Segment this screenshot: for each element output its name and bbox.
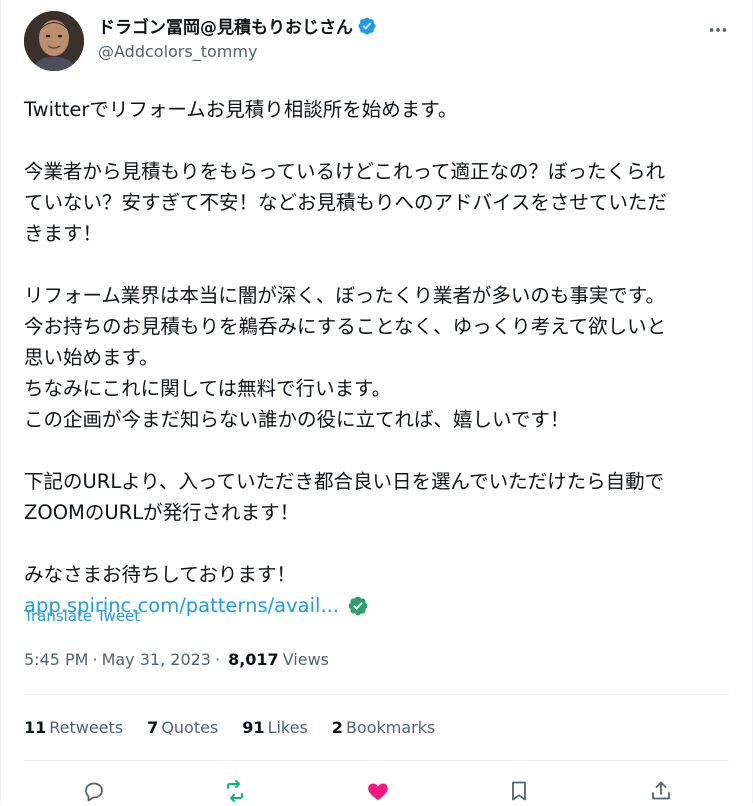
tweet-detail: ドラゴン冨岡@見積もりおじさん @Addcolors_tommy Twitter…: [0, 0, 753, 803]
tweet-line: 思い始めます。: [24, 346, 159, 369]
more-icon: [709, 28, 727, 32]
tweet-paragraph: 下記のURLより、入っていただき都合良い日を選んでいただけたら自動で ZOOMの…: [24, 466, 732, 528]
tweet-line: この企画が今まだ知らない誰かの役に立てれば、嬉しいです！: [24, 408, 570, 431]
tweet-line: ZOOMのURLが発行されます！: [24, 501, 300, 524]
likes-count: 91: [242, 718, 265, 737]
share-button[interactable]: [646, 776, 676, 806]
bookmarks-count: 2: [331, 718, 343, 737]
tweet-line: 下記のURLより、入っていただき都合良い日を選んでいただけたら自動で: [24, 470, 665, 493]
tweet-actions-bar: [1, 776, 753, 806]
like-icon: [368, 783, 388, 800]
divider: [24, 760, 729, 761]
share-icon: [652, 781, 670, 800]
retweet-button[interactable]: [220, 776, 250, 806]
meta-separator: ·: [92, 650, 98, 669]
tweet-line: ちなみにこれに関しては無料で行います。: [24, 377, 392, 400]
divider: [24, 694, 729, 695]
author-name-row: ドラゴン冨岡@見積もりおじさん: [98, 13, 377, 38]
tweet-paragraph: 今業者から見積もりをもらっているけどこれって適正なの？ぼったくられ ていない？安…: [24, 156, 732, 249]
tweet-text: Twitterでリフォームお見積り相談所を始めます。 今業者から見積もりをもらっ…: [24, 94, 732, 621]
tweet-line: 今お持ちのお見積もりを鵜呑みにすることなく、ゆっくり考えて欲しいと: [24, 315, 667, 338]
tweet-line: きます！: [24, 222, 103, 245]
tweet-meta: 5:45 PM · May 31, 2023 · 8,017 Views: [24, 650, 329, 669]
quotes-count: 7: [147, 718, 159, 737]
views-label: Views: [282, 650, 329, 669]
tweet-line: みなさまお待ちしております！: [24, 563, 296, 586]
bookmark-button[interactable]: [504, 776, 534, 806]
tweet-line: ていない？安すぎて不安！などお見積もりへのアドバイスをさせていただ: [24, 191, 667, 214]
more-options-button[interactable]: [706, 18, 730, 42]
tweet-date[interactable]: May 31, 2023: [102, 650, 211, 669]
retweet-icon: [227, 780, 243, 802]
views-count: 8,017: [228, 650, 279, 669]
tweet-line: Twitterでリフォームお見積り相談所を始めます。: [24, 98, 458, 121]
retweets-stat[interactable]: 11 Retweets: [24, 718, 123, 737]
reply-icon: [85, 782, 103, 802]
meta-separator: ·: [214, 650, 221, 669]
tweet-line: リフォーム業界は本当に闇が深く、ぼったくり業者が多いのも事実です。: [24, 284, 665, 307]
bookmarks-label: Bookmarks: [345, 718, 436, 737]
retweets-count: 11: [24, 718, 47, 737]
like-button[interactable]: [363, 776, 393, 806]
tweet-line: 今業者から見積もりをもらっているけどこれって適正なの？ぼったくられ: [24, 160, 665, 183]
tweet-paragraph: リフォーム業界は本当に闇が深く、ぼったくり業者が多いのも事実です。 今お持ちのお…: [24, 280, 732, 435]
quotes-stat[interactable]: 7 Quotes: [147, 718, 218, 737]
engagement-stats: 11 Retweets 7 Quotes 91 Likes 2 Bookmarks: [24, 718, 435, 737]
quotes-label: Quotes: [161, 718, 219, 737]
author-handle[interactable]: @Addcolors_tommy: [98, 42, 257, 61]
verified-badge-icon: [357, 16, 377, 36]
retweets-label: Retweets: [49, 718, 124, 737]
author-display-name[interactable]: ドラゴン冨岡@見積もりおじさん: [98, 13, 353, 38]
reply-button[interactable]: [79, 776, 109, 806]
avatar[interactable]: [24, 11, 84, 71]
bookmarks-stat[interactable]: 2 Bookmarks: [332, 718, 436, 737]
avatar-photo: [24, 11, 84, 71]
tweet-paragraph: Twitterでリフォームお見積り相談所を始めます。: [24, 94, 732, 125]
bookmark-icon: [512, 781, 526, 801]
tweet-time[interactable]: 5:45 PM: [24, 650, 88, 669]
likes-stat[interactable]: 91 Likes: [242, 718, 308, 737]
link-check-icon: [347, 595, 369, 617]
likes-label: Likes: [267, 718, 308, 737]
translate-tweet-link[interactable]: Translate Tweet: [24, 607, 140, 625]
